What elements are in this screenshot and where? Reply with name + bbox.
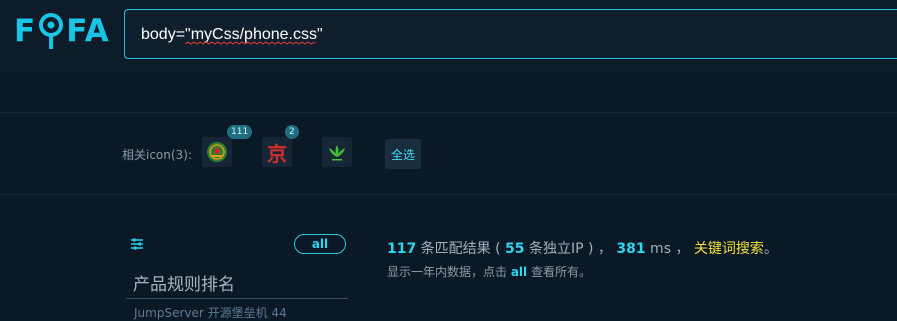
related-icon-green-leaf[interactable] [322, 137, 352, 167]
query-time: 381 [616, 241, 646, 257]
match-count: 117 [387, 241, 417, 257]
logo-location-pin-icon [37, 11, 65, 51]
related-icon-emblem[interactable] [202, 137, 232, 167]
sliders-icon[interactable] [130, 237, 144, 251]
select-all-button[interactable]: 全选 [385, 139, 421, 169]
keyword-search-link[interactable]: 关键词搜索 [694, 241, 764, 257]
match-count-suffix: 条匹配结果 ( [416, 241, 506, 257]
ranking-divider [126, 298, 348, 299]
fofa-logo[interactable]: F FA [14, 11, 110, 51]
section-divider [0, 194, 897, 195]
related-icon-jd[interactable]: 京 [262, 137, 292, 167]
result-summary: 117 条匹配结果 ( 55 条独立IP ) ， 381 ms ， 关键词搜索。 [387, 238, 778, 258]
all-filter-button[interactable]: all [294, 234, 346, 254]
notice-suffix: 查看所有。 [527, 265, 591, 279]
spellcheck-underline [185, 41, 315, 45]
logo-letters-fa: FA [66, 13, 110, 49]
jd-icon: 京 [267, 141, 287, 166]
icon-count-badge: 2 [285, 125, 299, 139]
show-all-link[interactable]: all [511, 265, 527, 279]
green-leaf-icon [329, 145, 345, 161]
search-box[interactable] [124, 9, 897, 59]
product-rule-ranking-title: 产品规则排名 [133, 275, 235, 295]
related-icons-label: 相关icon(3): [122, 148, 192, 162]
icon-count-badge: 111 [227, 125, 253, 139]
emblem-icon [207, 142, 227, 162]
unique-ip-suffix: 条独立IP ) ， [524, 241, 612, 257]
data-range-notice: 显示一年内数据，点击 all 查看所有。 [387, 263, 591, 280]
ranking-list-item[interactable]: JumpServer 开源堡垒机 44 [134, 304, 287, 321]
result-period: 。 [763, 241, 778, 257]
unique-ip-count: 55 [505, 241, 525, 257]
query-time-unit: ms ， [645, 241, 690, 257]
logo-letter-f: F [14, 13, 37, 49]
header-bar: F FA [0, 0, 897, 72]
notice-prefix: 显示一年内数据，点击 [387, 265, 511, 279]
section-divider [0, 112, 897, 113]
